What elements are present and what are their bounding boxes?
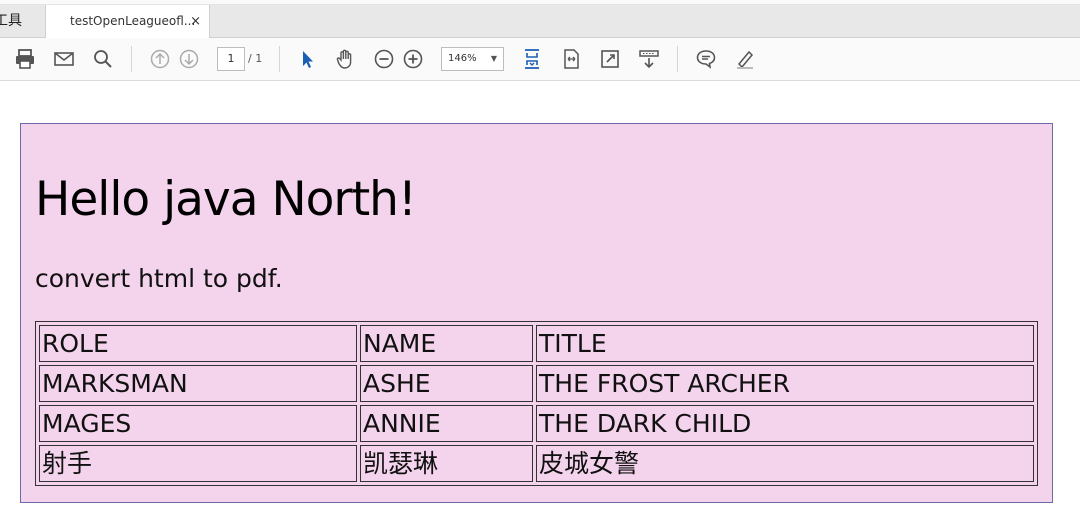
search-icon[interactable] (92, 48, 114, 70)
header-cell-title: TITLE (536, 325, 1034, 362)
page-total: / 1 (248, 52, 263, 65)
document-viewer[interactable]: Hello java North! convert html to pdf. R… (0, 82, 1080, 524)
tab-tools-label: 工具 (0, 13, 22, 29)
zoom-out-icon[interactable] (373, 48, 395, 70)
comment-icon[interactable] (695, 48, 717, 70)
highlight-icon[interactable] (734, 48, 756, 70)
hand-icon[interactable] (334, 48, 356, 70)
table-cell: THE FROST ARCHER (536, 365, 1034, 402)
page-number-input[interactable]: 1 (217, 47, 245, 71)
table-cell: MAGES (39, 405, 357, 442)
page-heading: Hello java North! (35, 172, 417, 227)
roles-table: ROLE NAME TITLE MARKSMAN ASHE THE FROST … (35, 321, 1038, 486)
zoom-level-select[interactable]: 146% ▼ (441, 47, 504, 71)
table-cell: 皮城女警 (536, 445, 1034, 482)
table-cell: ASHE (360, 365, 533, 402)
fit-width-icon[interactable] (560, 48, 582, 70)
pdf-page: Hello java North! convert html to pdf. R… (20, 123, 1053, 503)
table-header-row: ROLE NAME TITLE (39, 325, 1034, 362)
tab-document-title: testOpenLeagueofl... (70, 14, 196, 28)
read-mode-icon[interactable] (638, 48, 660, 70)
next-page-icon[interactable] (178, 48, 200, 70)
chevron-down-icon: ▼ (490, 54, 497, 63)
email-icon[interactable] (53, 48, 75, 70)
table-cell: 射手 (39, 445, 357, 482)
print-icon[interactable] (14, 48, 36, 70)
table-cell: MARKSMAN (39, 365, 357, 402)
table-row: MARKSMAN ASHE THE FROST ARCHER (39, 365, 1034, 402)
zoom-level-value: 146% (448, 53, 477, 64)
table-cell: THE DARK CHILD (536, 405, 1034, 442)
toolbar-separator (279, 46, 280, 72)
close-tab-icon[interactable]: × (190, 5, 201, 38)
table-row: 射手 凯瑟琳 皮城女警 (39, 445, 1034, 482)
tab-bar: 工具 testOpenLeagueofl... × (0, 5, 1080, 39)
select-arrow-icon[interactable] (296, 48, 318, 70)
table-cell: ANNIE (360, 405, 533, 442)
header-cell-name: NAME (360, 325, 533, 362)
tab-document[interactable]: testOpenLeagueofl... × (46, 5, 210, 39)
header-cell-role: ROLE (39, 325, 357, 362)
table-row: MAGES ANNIE THE DARK CHILD (39, 405, 1034, 442)
full-screen-icon[interactable] (599, 48, 621, 70)
table-cell: 凯瑟琳 (360, 445, 533, 482)
tab-tools[interactable]: 工具 (0, 5, 46, 38)
toolbar-separator (677, 46, 678, 72)
previous-page-icon[interactable] (149, 48, 171, 70)
fit-page-icon[interactable] (521, 48, 543, 70)
toolbar-separator (131, 46, 132, 72)
toolbar: 1 / 1 146% ▼ (0, 38, 1080, 81)
zoom-in-icon[interactable] (402, 48, 424, 70)
page-subtext: convert html to pdf. (35, 264, 283, 293)
